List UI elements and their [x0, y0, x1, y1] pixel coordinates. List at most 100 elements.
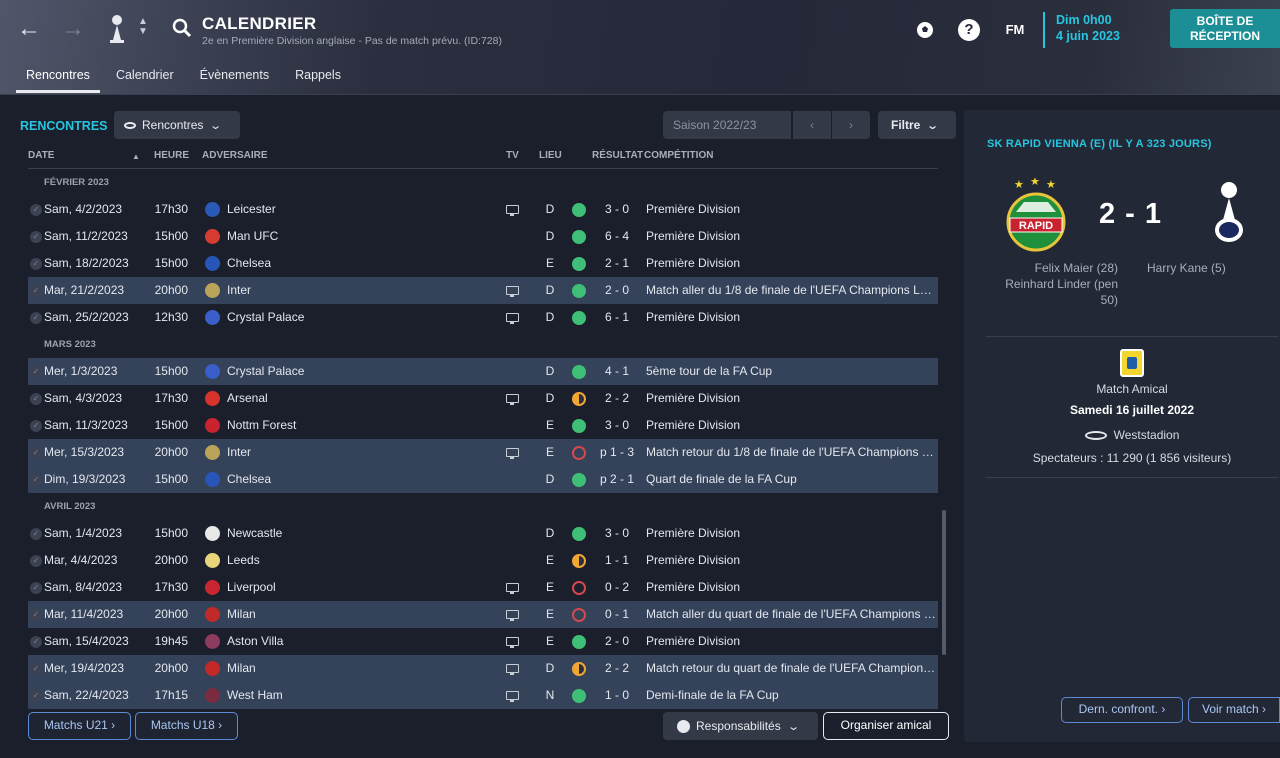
fixture-row[interactable]: ✓ Dim, 19/3/2023 15h00 Chelsea Dp 2 - 1 Quart… — [28, 466, 938, 493]
opponent-name[interactable]: West Ham — [227, 682, 283, 709]
fixture-row[interactable]: ✓ Sam, 18/2/2023 15h00 Chelsea E 2 - 1 Premièr… — [28, 250, 938, 277]
inbox-button[interactable]: BOÎTE DE RÉCEPTION — [1170, 9, 1280, 48]
search-icon[interactable] — [172, 18, 192, 38]
game-date[interactable]: Dim 0h00 4 juin 2023 — [1043, 12, 1120, 48]
opponent-name[interactable]: Liverpool — [227, 574, 276, 601]
col-date[interactable]: DATE — [28, 150, 54, 161]
score[interactable]: 2 - 2 — [598, 385, 636, 412]
col-time[interactable]: HEURE — [154, 150, 189, 161]
opponent-name[interactable]: Arsenal — [227, 385, 268, 412]
fixture-row[interactable]: ✓ Mer, 19/4/2023 20h00 Milan D 2 - 2 Match ret… — [28, 655, 938, 682]
fixture-row[interactable]: ✓ Sam, 4/3/2023 17h30 Arsenal D 2 - 2 Première… — [28, 385, 938, 412]
opponent-crest-icon[interactable] — [205, 310, 220, 325]
competition-name[interactable]: Première Division — [646, 304, 938, 331]
competition-name[interactable]: Première Division — [646, 223, 938, 250]
opponent-name[interactable]: Milan — [227, 601, 256, 628]
chevron-right-icon[interactable]: › — [832, 111, 870, 139]
competition-name[interactable]: Première Division — [646, 520, 938, 547]
scrollbar[interactable] — [942, 510, 946, 655]
score[interactable]: 0 - 2 — [598, 574, 636, 601]
score[interactable]: 2 - 0 — [598, 628, 636, 655]
responsibilities-button[interactable]: Responsabilités ⌄ — [663, 712, 818, 740]
view-match-button[interactable]: Voir match › — [1188, 697, 1280, 723]
opponent-name[interactable]: Leeds — [227, 547, 260, 574]
competition-name[interactable]: Match retour du 1/8 de finale de l'UEFA … — [646, 439, 938, 466]
help-icon[interactable]: ? — [958, 19, 980, 41]
opponent-name[interactable]: Chelsea — [227, 466, 271, 493]
opponent-crest-icon[interactable] — [205, 634, 220, 649]
opponent-crest-icon[interactable] — [205, 526, 220, 541]
opponent-crest-icon[interactable] — [205, 580, 220, 595]
fixture-row[interactable]: ✓ Sam, 11/2/2023 15h00 Man UFC D 6 - 4 Premièr… — [28, 223, 938, 250]
fixture-row[interactable]: ✓ Sam, 25/2/2023 12h30 Crystal Palace D 6 - 1… — [28, 304, 938, 331]
back-arrow-icon[interactable]: ← — [14, 14, 44, 44]
score[interactable]: 6 - 4 — [598, 223, 636, 250]
club-switch-icon[interactable]: ▲ ▼ — [138, 17, 148, 37]
season-select[interactable]: Saison 2022/23 — [663, 111, 791, 139]
score[interactable]: 1 - 0 — [598, 682, 636, 709]
opponent-crest-icon[interactable] — [205, 283, 220, 298]
sort-asc-icon[interactable]: ▲ — [132, 152, 140, 161]
score[interactable]: 6 - 1 — [598, 304, 636, 331]
opponent-name[interactable]: Man UFC — [227, 223, 278, 250]
fixture-row[interactable]: ✓ Sam, 8/4/2023 17h30 Liverpool E 0 - 2 Premiè… — [28, 574, 938, 601]
fm-menu-icon[interactable]: FM — [1002, 19, 1028, 41]
tab-calendrier[interactable]: Calendrier — [106, 64, 184, 93]
fixture-row[interactable]: ✓ Sam, 11/3/2023 15h00 Nottm Forest E 3 - 0 Pr… — [28, 412, 938, 439]
competition-name[interactable]: Match aller du 1/8 de finale de l'UEFA C… — [646, 277, 938, 304]
fixture-row[interactable]: ✓ Mar, 11/4/2023 20h00 Milan E 0 - 1 Match all… — [28, 601, 938, 628]
col-venue[interactable]: LIEU — [539, 150, 562, 161]
score[interactable]: 3 - 0 — [598, 412, 636, 439]
chevron-left-icon[interactable]: ‹ — [793, 111, 831, 139]
competition-name[interactable]: 5ème tour de la FA Cup — [646, 358, 938, 385]
filter-button[interactable]: Filtre ⌄ — [878, 111, 956, 139]
fixture-row[interactable]: ✓ Sam, 1/4/2023 15h00 Newcastle D 3 - 0 Premiè… — [28, 520, 938, 547]
fixture-row[interactable]: ✓ Sam, 4/2/2023 17h30 Leicester D 3 - 0 Premiè… — [28, 196, 938, 223]
match-summary-title[interactable]: SK RAPID VIENNA (E) (IL Y A 323 JOURS) — [987, 138, 1212, 150]
tab-rencontres[interactable]: Rencontres — [16, 64, 100, 93]
col-opponent[interactable]: ADVERSAIRE — [202, 150, 268, 161]
opponent-crest-icon[interactable] — [205, 688, 220, 703]
opponent-name[interactable]: Crystal Palace — [227, 358, 304, 385]
fixture-row[interactable]: ✓ Mar, 4/4/2023 20h00 Leeds E 1 - 1 Première D… — [28, 547, 938, 574]
competition-name[interactable]: Première Division — [646, 250, 938, 277]
opponent-crest-icon[interactable] — [205, 445, 220, 460]
stadium-line[interactable]: Weststadion — [964, 428, 1280, 442]
fixture-row[interactable]: ✓ Mer, 15/3/2023 20h00 Inter Ep 1 - 3 Match r… — [28, 439, 938, 466]
opponent-crest-icon[interactable] — [205, 607, 220, 622]
col-competition[interactable]: COMPÉTITION — [644, 150, 713, 161]
u21-matches-button[interactable]: Matchs U21 › — [28, 712, 131, 740]
competition-name[interactable]: Première Division — [646, 385, 938, 412]
competition-name[interactable]: Match aller du quart de finale de l'UEFA… — [646, 601, 938, 628]
head-to-head-button[interactable]: Dern. confront. › — [1061, 697, 1183, 723]
organize-friendly-button[interactable]: Organiser amical — [823, 712, 949, 740]
competition-name[interactable]: Match retour du quart de finale de l'UEF… — [646, 655, 938, 682]
opponent-crest-icon[interactable] — [205, 418, 220, 433]
competition-name[interactable]: Quart de finale de la FA Cup — [646, 466, 938, 493]
score[interactable]: 0 - 1 — [598, 601, 636, 628]
fixture-row[interactable]: ✓ Mar, 21/2/2023 20h00 Inter D 2 - 0 Match all… — [28, 277, 938, 304]
competition-name[interactable]: Première Division — [646, 574, 938, 601]
opponent-crest-icon[interactable] — [205, 256, 220, 271]
opponent-name[interactable]: Chelsea — [227, 250, 271, 277]
fixture-row[interactable]: ✓ Sam, 15/4/2023 19h45 Aston Villa E 2 - 0 Pre… — [28, 628, 938, 655]
score[interactable]: 2 - 1 — [598, 250, 636, 277]
tab-rappels[interactable]: Rappels — [285, 64, 351, 93]
opponent-name[interactable]: Nottm Forest — [227, 412, 296, 439]
away-scorers[interactable]: Harry Kane (5) — [1147, 260, 1226, 276]
score[interactable]: 2 - 0 — [598, 277, 636, 304]
rapid-vienna-crest-icon[interactable]: ★ ★ ★ RAPID — [1004, 178, 1068, 254]
opponent-crest-icon[interactable] — [205, 553, 220, 568]
opponent-crest-icon[interactable] — [205, 364, 220, 379]
opponent-crest-icon[interactable] — [205, 202, 220, 217]
opponent-name[interactable]: Newcastle — [227, 520, 282, 547]
tab-evenements[interactable]: Évènements — [190, 64, 279, 93]
competition-name[interactable]: Première Division — [646, 196, 938, 223]
tottenham-crest-icon[interactable] — [1210, 178, 1248, 248]
opponent-name[interactable]: Inter — [227, 277, 251, 304]
competition-name[interactable]: Première Division — [646, 412, 938, 439]
u18-matches-button[interactable]: Matchs U18 › — [135, 712, 238, 740]
opponent-crest-icon[interactable] — [205, 661, 220, 676]
view-select[interactable]: Rencontres ⌄ — [114, 111, 240, 139]
score[interactable]: p 2 - 1 — [598, 466, 636, 493]
